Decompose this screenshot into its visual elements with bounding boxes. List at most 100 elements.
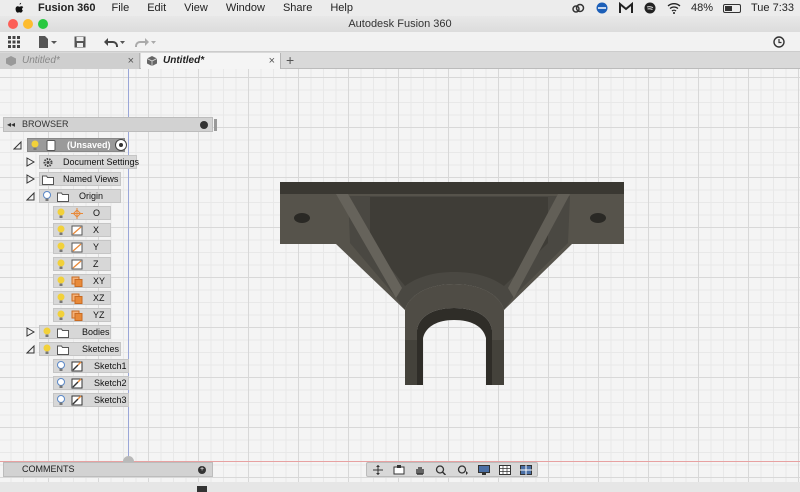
minimize-panel-icon[interactable]	[200, 121, 208, 129]
file-menu-icon[interactable]	[38, 35, 58, 49]
grid-settings-icon[interactable]	[499, 464, 512, 475]
expanded-arrow-icon[interactable]	[26, 344, 35, 354]
plane-xy-node[interactable]: XY	[53, 274, 111, 288]
tab-close-button[interactable]: ×	[128, 53, 134, 69]
tab-close-button[interactable]: ×	[269, 53, 275, 69]
named-views-node[interactable]: Named Views	[39, 172, 121, 186]
save-icon[interactable]	[74, 35, 86, 49]
expanded-arrow-icon[interactable]	[26, 191, 35, 201]
document-settings-node[interactable]: Document Settings	[39, 155, 140, 169]
comments-panel-header[interactable]: COMMENTS +	[3, 462, 213, 477]
sketch-label: Sketch1	[94, 361, 127, 371]
tab-untitled-2[interactable]: Untitled* ×	[141, 53, 281, 69]
menu-view[interactable]: View	[184, 2, 208, 14]
menu-window[interactable]: Window	[226, 2, 265, 14]
spotify-icon[interactable]	[643, 2, 657, 14]
component-icon	[46, 140, 56, 151]
sketch2-node[interactable]: Sketch2	[53, 376, 129, 390]
battery-percent: 48%	[690, 2, 713, 14]
visibility-bulb-icon[interactable]	[42, 191, 52, 202]
sketch1-node[interactable]: Sketch1	[53, 359, 129, 373]
look-at-icon[interactable]	[393, 464, 405, 475]
close-window-button[interactable]	[8, 19, 18, 29]
visibility-bulb-icon[interactable]	[56, 293, 66, 304]
plane-icon	[71, 310, 83, 321]
apple-icon[interactable]	[12, 2, 26, 14]
plane-xz-node[interactable]: XZ	[53, 291, 111, 305]
app-menu-name[interactable]: Fusion 360	[38, 2, 95, 14]
add-comment-icon[interactable]: +	[198, 466, 206, 474]
undo-icon[interactable]	[103, 35, 125, 49]
visibility-bulb-icon[interactable]	[42, 327, 52, 338]
active-component-radio-icon[interactable]	[115, 139, 127, 151]
sketch3-node[interactable]: Sketch3	[53, 393, 129, 407]
visibility-bulb-icon[interactable]	[56, 276, 66, 287]
axis-x-node[interactable]: X	[53, 223, 111, 237]
tab-label: Untitled*	[22, 55, 60, 66]
fit-zoom-icon[interactable]	[457, 464, 469, 475]
visibility-bulb-icon[interactable]	[56, 208, 66, 219]
folder-icon	[57, 345, 69, 355]
axis-z-node[interactable]: Z	[53, 257, 111, 271]
visibility-bulb-icon[interactable]	[30, 140, 40, 151]
document-tab-bar: Untitled* × Untitled* × +	[0, 52, 800, 69]
gear-icon	[43, 158, 53, 167]
comments-title: COMMENTS	[22, 464, 75, 474]
data-panel-grid-icon[interactable]	[8, 35, 20, 49]
collapsed-arrow-icon[interactable]	[26, 174, 35, 184]
visibility-bulb-icon[interactable]	[56, 310, 66, 321]
sketch-label: Sketch2	[94, 378, 127, 388]
minimize-window-button[interactable]	[23, 19, 33, 29]
visibility-bulb-icon[interactable]	[56, 395, 66, 406]
expanded-arrow-icon[interactable]	[13, 140, 22, 150]
timeline-marker[interactable]	[197, 486, 207, 492]
menu-share[interactable]: Share	[283, 2, 312, 14]
menu-edit[interactable]: Edit	[147, 2, 166, 14]
collapsed-arrow-icon[interactable]	[26, 157, 35, 167]
folder-icon	[57, 192, 69, 202]
origin-point-node[interactable]: O	[53, 206, 111, 220]
job-status-clock-icon[interactable]	[773, 35, 785, 49]
root-component-node[interactable]: (Unsaved)	[27, 138, 125, 152]
visibility-bulb-icon[interactable]	[56, 378, 66, 389]
zoom-window-button[interactable]	[38, 19, 48, 29]
zoom-icon[interactable]	[435, 464, 447, 475]
origin-item-label: Y	[93, 242, 100, 252]
collapsed-arrow-icon[interactable]	[26, 327, 35, 337]
bracket-model[interactable]	[278, 180, 628, 390]
collapse-panel-icon[interactable]: ◂◂	[7, 118, 15, 131]
axis-y-node[interactable]: Y	[53, 240, 111, 254]
tab-untitled-1[interactable]: Untitled* ×	[0, 53, 140, 69]
origin-item-label: XZ	[93, 293, 105, 303]
panel-resize-grip[interactable]	[214, 119, 217, 131]
viewports-icon[interactable]	[520, 464, 533, 475]
pan-hand-icon[interactable]	[414, 465, 426, 475]
malwarebytes-icon[interactable]	[618, 2, 633, 14]
sketches-node[interactable]: Sketches	[39, 342, 121, 356]
orbit-icon[interactable]	[372, 464, 384, 475]
folder-icon	[57, 328, 69, 338]
menu-file[interactable]: File	[111, 2, 129, 14]
document-settings-label: Document Settings	[63, 157, 140, 167]
menu-help[interactable]: Help	[330, 2, 353, 14]
redo-icon[interactable]	[134, 35, 156, 49]
plane-yz-node[interactable]: YZ	[53, 308, 111, 322]
origin-node[interactable]: Origin	[39, 189, 121, 203]
display-settings-icon[interactable]	[477, 464, 490, 475]
origin-item-label: Z	[93, 259, 99, 269]
battery-icon[interactable]	[722, 3, 741, 13]
bodies-node[interactable]: Bodies	[39, 325, 111, 339]
menubar-clock[interactable]: Tue 7:33	[751, 2, 794, 14]
mac-menu-bar: Fusion 360 File Edit View Window Share H…	[0, 0, 800, 16]
browser-panel-header[interactable]: ◂◂ BROWSER	[3, 117, 217, 132]
sketches-label: Sketches	[82, 344, 120, 354]
visibility-bulb-icon[interactable]	[56, 259, 66, 270]
visibility-bulb-icon[interactable]	[56, 361, 66, 372]
wifi-icon[interactable]	[667, 2, 681, 14]
visibility-bulb-icon[interactable]	[42, 344, 52, 355]
visibility-bulb-icon[interactable]	[56, 242, 66, 253]
vpn-icon[interactable]	[595, 2, 609, 14]
visibility-bulb-icon[interactable]	[56, 225, 66, 236]
new-tab-button[interactable]: +	[286, 52, 294, 69]
creative-cloud-icon[interactable]	[571, 2, 585, 14]
